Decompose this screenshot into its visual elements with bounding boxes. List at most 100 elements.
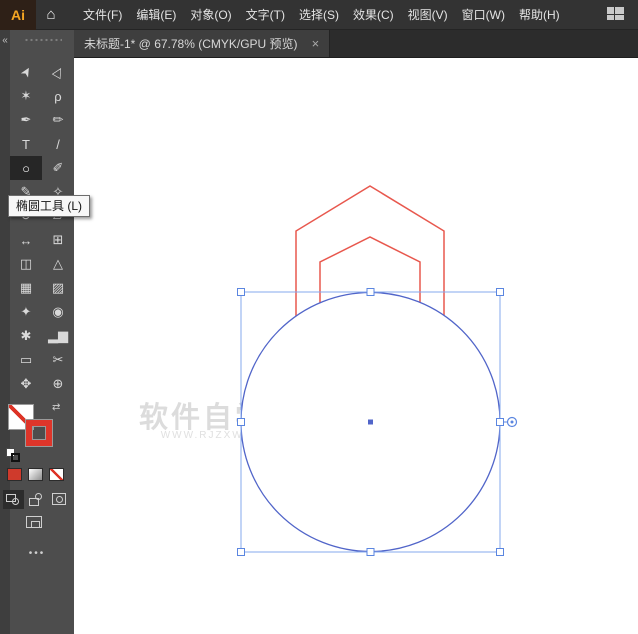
shape-builder-tool[interactable]: ◫ xyxy=(10,252,42,276)
menu-list: 文件(F) 编辑(E) 对象(O) 文字(T) 选择(S) 效果(C) 视图(V… xyxy=(76,0,567,30)
tool-grid: ➤ ▷ ✶ ρ ✒ ✏ T / ○ ✐ ✎ ✧ ↺ ▱ ↔ ⊞ ◫ △ ▦ ▨ … xyxy=(10,60,74,396)
panel-dock-strip: « xyxy=(0,30,10,634)
selection-handle-sw[interactable] xyxy=(237,548,245,556)
menu-bar: Ai ⌂ 文件(F) 编辑(E) 对象(O) 文字(T) 选择(S) 效果(C)… xyxy=(0,0,638,30)
blend-tool-icon: ◉ xyxy=(52,304,64,319)
selection-handle-nw[interactable] xyxy=(237,288,245,296)
curvature-tool-icon: ✏ xyxy=(52,112,64,127)
default-stroke-icon xyxy=(11,453,20,462)
workspace-icon-cell xyxy=(615,15,624,20)
canvas[interactable]: 软件自学网 WWW.RJZXW.COM xyxy=(74,58,638,634)
draw-normal-mode-icon[interactable] xyxy=(3,490,24,509)
draw-behind-mode-icon[interactable] xyxy=(26,490,47,509)
slice-tool-icon: ✂ xyxy=(52,352,64,367)
zoom-tool[interactable]: ⊕ xyxy=(42,372,74,396)
column-graph-tool[interactable]: ▂▆ xyxy=(42,324,74,348)
tooltip: 椭圆工具 (L) xyxy=(8,195,91,217)
draw-inside-circle xyxy=(56,496,63,503)
direct-selection-tool[interactable]: ▷ xyxy=(42,60,74,84)
free-transform-tool-icon: ⊞ xyxy=(52,232,64,247)
edit-toolbar-more-button[interactable]: ••• xyxy=(0,548,74,559)
pen-tool[interactable]: ✒ xyxy=(10,108,42,132)
width-tool[interactable]: ↔ xyxy=(10,228,42,252)
selection-tool-icon: ➤ xyxy=(16,63,35,81)
eyedropper-tool[interactable]: ✦ xyxy=(10,300,42,324)
selection-handle-n[interactable] xyxy=(366,288,375,296)
zoom-tool-icon: ⊕ xyxy=(52,376,64,391)
screen-mode-button[interactable] xyxy=(26,516,46,532)
hand-tool[interactable]: ✥ xyxy=(10,372,42,396)
workspace-icon-cell xyxy=(607,15,614,20)
selection-handle-e[interactable] xyxy=(496,418,504,426)
menu-select[interactable]: 选择(S) xyxy=(292,0,346,30)
pen-tool-icon: ✒ xyxy=(20,112,32,127)
line-segment-tool-icon: / xyxy=(56,136,60,152)
symbol-sprayer-tool[interactable]: ✱ xyxy=(10,324,42,348)
menu-edit[interactable]: 编辑(E) xyxy=(129,0,183,30)
mesh-tool-icon: ▦ xyxy=(19,280,33,295)
side-widget-dot xyxy=(510,420,514,424)
tooltip-text: 椭圆工具 (L) xyxy=(16,199,83,213)
artboard-tool[interactable]: ▭ xyxy=(10,348,42,372)
document-tab[interactable]: 未标题-1* @ 67.78% (CMYK/GPU 预览) × xyxy=(74,30,331,57)
magic-wand-tool-icon: ✶ xyxy=(20,88,32,103)
gradient-button[interactable] xyxy=(28,468,43,481)
selection-handle-se[interactable] xyxy=(496,548,504,556)
menu-effect[interactable]: 效果(C) xyxy=(346,0,401,30)
menu-file[interactable]: 文件(F) xyxy=(76,0,129,30)
gradient-tool[interactable]: ▨ xyxy=(42,276,74,300)
line-segment-tool[interactable]: / xyxy=(42,132,74,156)
selection-handle-ne[interactable] xyxy=(496,288,504,296)
none-button[interactable] xyxy=(49,468,64,481)
perspective-grid-tool[interactable]: △ xyxy=(42,252,74,276)
selection-tool[interactable]: ➤ xyxy=(10,60,42,84)
color-button[interactable] xyxy=(7,468,22,481)
menu-window[interactable]: 窗口(W) xyxy=(455,0,512,30)
draw-normal-circle xyxy=(12,498,19,505)
selection-handle-w[interactable] xyxy=(237,418,245,426)
workspace-icon-cell xyxy=(615,7,624,14)
type-tool-icon: T xyxy=(22,136,30,152)
column-graph-tool-icon: ▂▆ xyxy=(48,328,68,343)
draw-behind-square xyxy=(29,498,39,506)
selection-handle-s[interactable] xyxy=(366,548,375,556)
swap-fill-stroke-icon[interactable]: ⇄ xyxy=(52,402,60,413)
gradient-tool-icon: ▨ xyxy=(51,280,65,295)
menu-view[interactable]: 视图(V) xyxy=(401,0,455,30)
type-tool[interactable]: T xyxy=(10,132,42,156)
slice-tool[interactable]: ✂ xyxy=(42,348,74,372)
center-anchor-point[interactable] xyxy=(368,419,373,425)
tab-close-icon[interactable]: × xyxy=(312,36,320,51)
paintbrush-tool-icon: ✐ xyxy=(52,160,64,175)
menu-help[interactable]: 帮助(H) xyxy=(512,0,567,30)
curvature-tool[interactable]: ✏ xyxy=(42,108,74,132)
hand-tool-icon: ✥ xyxy=(20,376,32,391)
paintbrush-tool[interactable]: ✐ xyxy=(42,156,74,180)
draw-inside-mode-icon[interactable] xyxy=(49,490,70,509)
perspective-grid-tool-icon: △ xyxy=(53,256,63,271)
app-logo: Ai xyxy=(0,0,36,30)
default-fill-stroke-icon[interactable] xyxy=(6,448,24,464)
magic-wand-tool[interactable]: ✶ xyxy=(10,84,42,108)
ellipse-tool[interactable]: ○ xyxy=(10,156,42,180)
shape-builder-tool-icon: ◫ xyxy=(19,256,33,271)
stroke-color-swatch[interactable] xyxy=(26,420,52,446)
direct-selection-tool-icon: ▷ xyxy=(48,63,67,80)
screen-mode-inner-rect xyxy=(31,521,40,528)
lasso-tool[interactable]: ρ xyxy=(42,84,74,108)
eyedropper-tool-icon: ✦ xyxy=(20,304,32,319)
artwork-layer xyxy=(237,185,518,556)
workspace-switcher-icon[interactable] xyxy=(607,7,626,22)
panel-drag-grip[interactable] xyxy=(24,38,62,42)
symbol-sprayer-tool-icon: ✱ xyxy=(20,328,32,343)
drawing-modes-row xyxy=(3,490,70,509)
blend-tool[interactable]: ◉ xyxy=(42,300,74,324)
tools-panel: « ➤ ▷ ✶ ρ ✒ ✏ T / ○ ✐ ✎ ✧ ↺ ▱ ↔ ⊞ ◫ △ ▦ … xyxy=(0,30,74,634)
menu-type[interactable]: 文字(T) xyxy=(239,0,292,30)
workspace-icon-cell xyxy=(607,7,614,14)
home-icon[interactable]: ⌂ xyxy=(36,6,66,23)
free-transform-tool[interactable]: ⊞ xyxy=(42,228,74,252)
mesh-tool[interactable]: ▦ xyxy=(10,276,42,300)
collapse-panel-icon[interactable]: « xyxy=(0,34,10,47)
menu-object[interactable]: 对象(O) xyxy=(183,0,238,30)
